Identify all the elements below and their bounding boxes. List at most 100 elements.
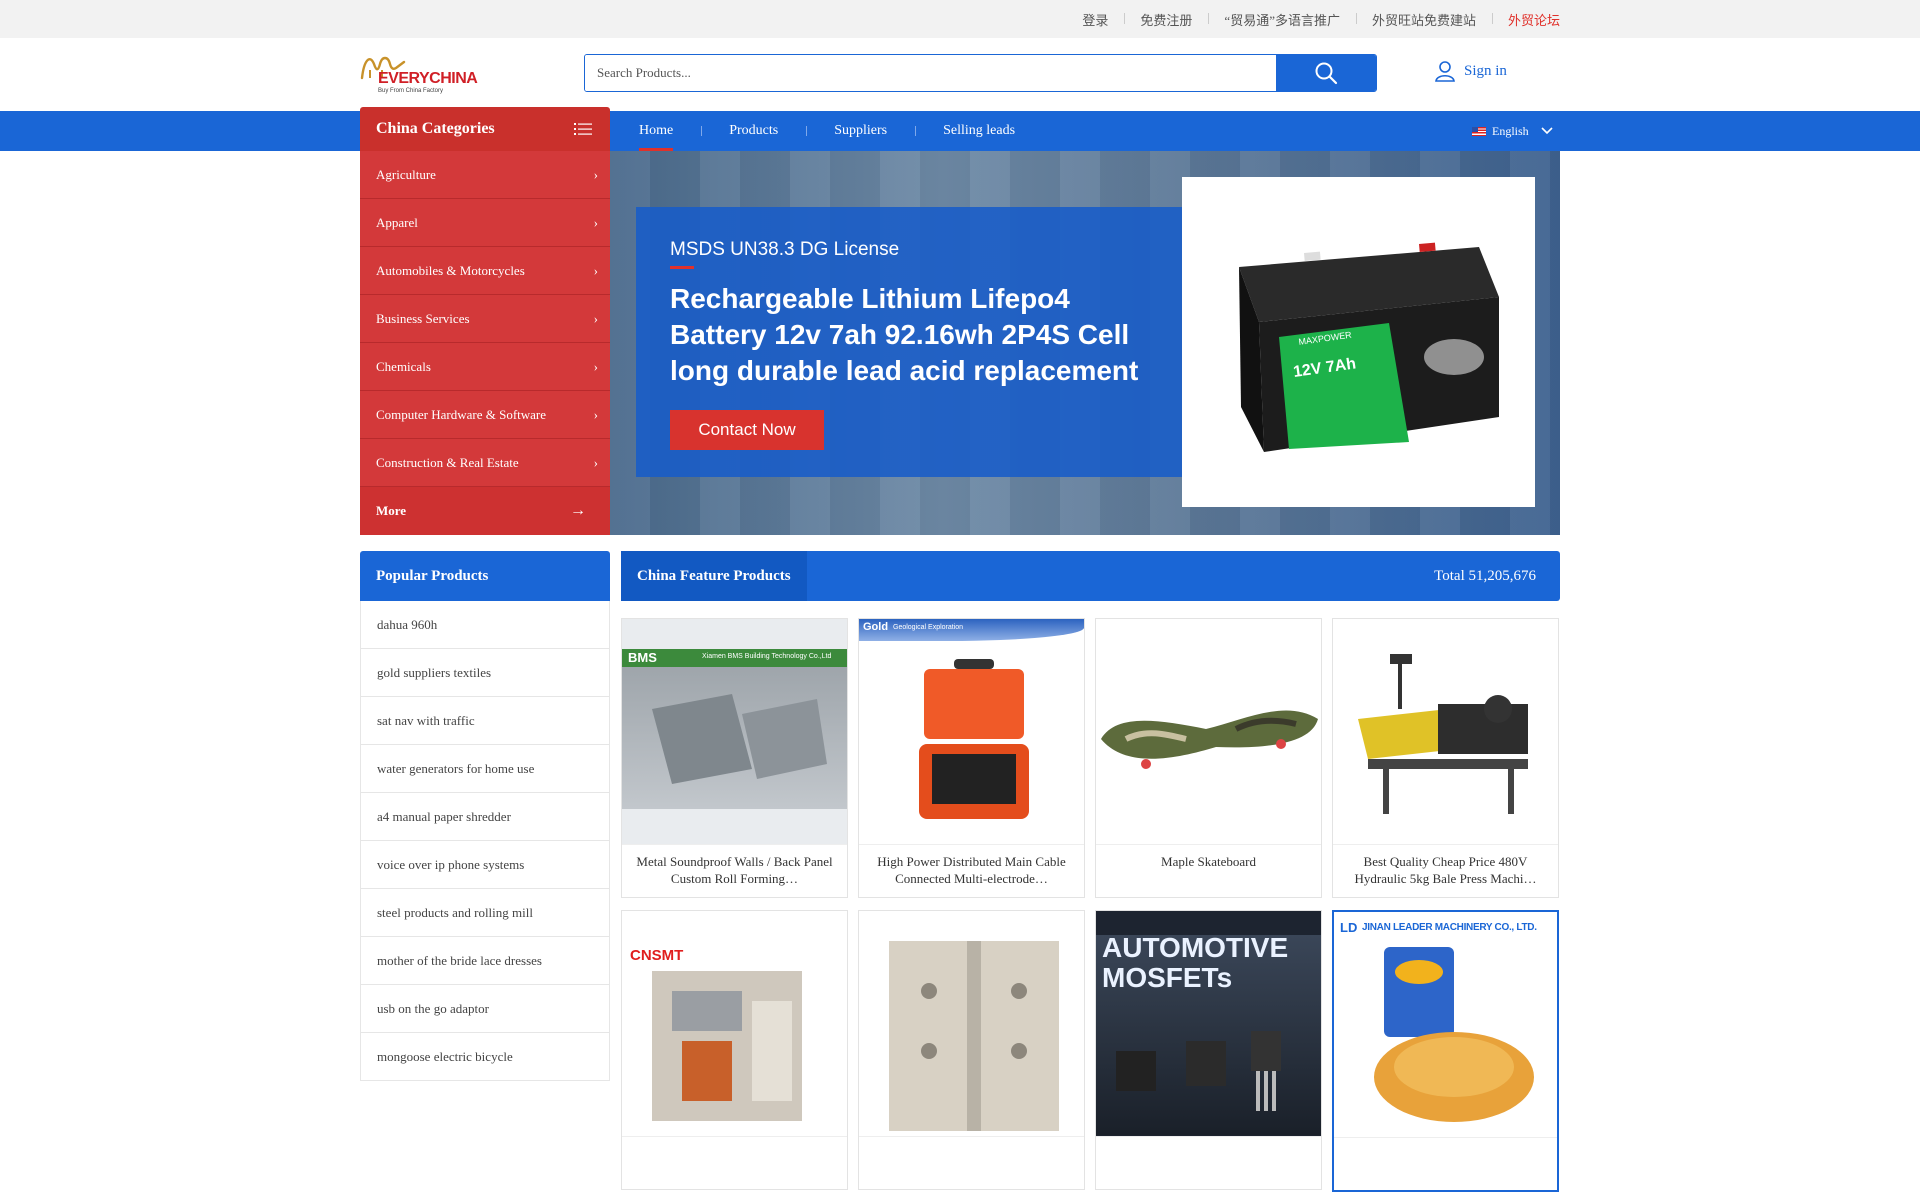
product-caption: Best Quality Cheap Price 480V Hydraulic … [1354,854,1537,886]
feature-products-total: Total 51,205,676 [1434,567,1536,584]
popular-item[interactable]: dahua 960h [360,601,610,649]
language-label: English [1492,123,1529,138]
instrument-case-image [919,659,1029,819]
search-button[interactable] [1276,55,1376,91]
category-item[interactable]: Agriculture › [360,151,610,199]
popular-item[interactable]: mother of the bride lace dresses [360,937,610,985]
category-label: Computer Hardware & Software [376,406,547,422]
popular-item[interactable]: sat nav with traffic [360,697,610,745]
product-card[interactable]: Best Quality Cheap Price 480V Hydraulic … [1332,618,1559,898]
nav-suppliers[interactable]: Suppliers [806,111,915,151]
nav-products[interactable]: Products [701,111,806,151]
chevron-down-icon [1541,127,1553,135]
contact-now-button[interactable]: Contact Now [670,410,824,450]
nav-links: Home Products Suppliers Selling leads [611,111,1043,151]
product-image-logo: LD [1340,920,1358,935]
header: EVERYCHINA Buy From China Factory Sign i… [0,38,1920,111]
category-item[interactable]: Business Services › [360,295,610,343]
categories-more-button[interactable]: More → [360,487,610,535]
main-nav: China Categories Home Products Suppliers… [0,107,1920,151]
multilingual-promo-link[interactable]: “贸易通”多语言推广 [1208,10,1356,29]
popular-item[interactable]: mongoose electric bicycle [360,1033,610,1081]
product-image [1096,619,1321,845]
product-image [1333,619,1558,845]
chevron-right-icon: › [593,310,598,326]
category-item[interactable]: Computer Hardware & Software › [360,391,610,439]
nav-selling-leads[interactable]: Selling leads [915,111,1043,151]
user-icon [1435,61,1455,82]
nav-home[interactable]: Home [611,111,701,151]
banner-subtitle: MSDS UN38.3 DG License [670,239,900,260]
battery-image: MAXPOWER 12V 7Ah [1238,242,1499,452]
chevron-right-icon: › [593,406,598,422]
sign-in-button[interactable]: Sign in [1434,60,1507,82]
hinge-image [889,941,1059,1131]
category-item[interactable]: Construction & Real Estate › [360,439,610,487]
product-image-brand: BMS [628,650,657,665]
search-icon [1315,62,1338,85]
mosfet-image [1116,1031,1281,1111]
list-icon [574,123,592,135]
product-card[interactable] [858,910,1085,1190]
site-logo[interactable]: EVERYCHINA Buy From China Factory [360,50,480,98]
categories-title: China Categories [376,120,495,137]
popular-products: Popular Products dahua 960h gold supplie… [360,551,610,1081]
sign-in-label: Sign in [1464,62,1507,79]
hero-banner[interactable]: MSDS UN38.3 DG License Rechargeable Lith… [610,151,1560,535]
free-site-link[interactable]: 外贸旺站免费建站 [1355,10,1492,29]
product-caption [1096,1137,1321,1189]
language-selector[interactable]: English [1472,111,1553,151]
logo-tagline: Buy From China Factory [378,88,444,94]
feature-products: China Feature Products Total 51,205,676 … [621,551,1560,1192]
product-card[interactable]: CNSMT [621,910,848,1190]
popular-item[interactable]: steel products and rolling mill [360,889,610,937]
logo-name: EVERYCHINA [378,70,478,87]
login-link[interactable]: 登录 [1066,10,1124,29]
product-image-brand: Gold [863,621,889,633]
bale-press-image [1358,654,1528,814]
product-image: LD JINAN LEADER MACHINERY CO., LTD. [1334,912,1557,1138]
snack-image [1374,947,1534,1122]
product-card[interactable]: Gold Geological Exploration High Power D… [858,618,1085,898]
category-label: Agriculture [376,166,436,182]
product-card[interactable]: BMS Xiamen BMS Building Technology Co.,L… [621,618,848,898]
popular-item[interactable]: usb on the go adaptor [360,985,610,1033]
product-caption: Maple Skateboard [1161,854,1256,869]
product-grid: BMS Xiamen BMS Building Technology Co.,L… [621,618,1560,1192]
product-caption [1334,1138,1557,1190]
chevron-right-icon: › [593,454,598,470]
forum-link[interactable]: 外贸论坛 [1491,10,1560,29]
product-caption: Metal Soundproof Walls / Back Panel Cust… [636,854,833,886]
popular-item[interactable]: voice over ip phone systems [360,841,610,889]
chevron-right-icon: › [593,166,598,182]
product-caption [622,1137,847,1189]
feature-products-title: China Feature Products [621,551,807,601]
category-item[interactable]: Chemicals › [360,343,610,391]
register-link[interactable]: 免费注册 [1124,10,1208,29]
product-image-sub: Geological Exploration [893,624,964,631]
popular-item[interactable]: water generators for home use [360,745,610,793]
product-card[interactable]: AUTOMOTIVE MOSFETs [1095,910,1322,1190]
product-caption: High Power Distributed Main Cable Connec… [877,854,1066,886]
category-item[interactable]: Apparel › [360,199,610,247]
product-image: Gold Geological Exploration [859,619,1084,845]
product-image [859,911,1084,1137]
banner-title: Rechargeable Lithium Lifepo4 Battery 12v… [670,283,1139,386]
category-label: Construction & Real Estate [376,454,519,470]
search-input[interactable] [585,55,1276,91]
more-label: More [376,503,407,518]
popular-item[interactable]: gold suppliers textiles [360,649,610,697]
category-label: Automobiles & Motorcycles [376,262,525,278]
popular-products-title: Popular Products [360,551,610,601]
top-links: 登录 免费注册 “贸易通”多语言推广 外贸旺站免费建站 外贸论坛 [1066,0,1560,38]
product-image-brand: AUTOMOTIVE MOSFETs [1102,932,1289,993]
banner-product-image: MAXPOWER 12V 7Ah [1182,177,1535,507]
product-card[interactable]: LD JINAN LEADER MACHINERY CO., LTD. [1332,910,1559,1192]
category-item[interactable]: Automobiles & Motorcycles › [360,247,610,295]
product-card[interactable]: Maple Skateboard [1095,618,1322,898]
popular-item[interactable]: a4 manual paper shredder [360,793,610,841]
categories-header[interactable]: China Categories [360,107,610,151]
us-flag-icon [1472,126,1486,136]
top-bar: 登录 免费注册 “贸易通”多语言推广 外贸旺站免费建站 外贸论坛 [0,0,1920,38]
product-image: BMS Xiamen BMS Building Technology Co.,L… [622,619,847,845]
